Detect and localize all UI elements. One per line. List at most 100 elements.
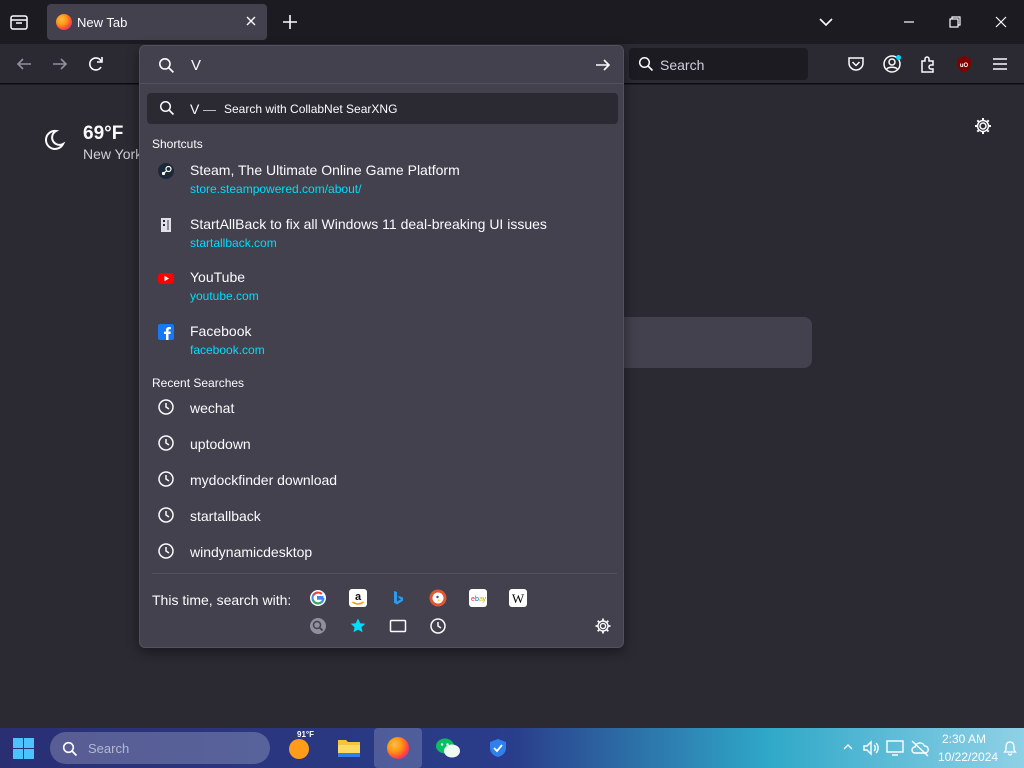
minimize-icon bbox=[904, 21, 914, 23]
clock-date[interactable]: 10/22/2024 bbox=[938, 750, 998, 764]
bookmarks-star-icon[interactable] bbox=[349, 617, 367, 635]
pocket-button[interactable] bbox=[846, 54, 866, 74]
reload-icon bbox=[89, 57, 103, 71]
weather-temperature[interactable]: 69°F bbox=[83, 123, 123, 145]
wikipedia-icon[interactable]: W bbox=[509, 589, 527, 607]
shortcut-startallback[interactable]: StartAllBack to fix all Windows 11 deal-… bbox=[140, 211, 623, 261]
ebay-icon[interactable]: e b a y bbox=[469, 589, 487, 607]
shield-icon bbox=[490, 739, 506, 757]
suggestion-term: V bbox=[190, 101, 200, 117]
recent-search-item[interactable]: wechat bbox=[140, 392, 623, 424]
speaker-icon[interactable] bbox=[862, 739, 880, 757]
recent-search-item[interactable]: windynamicdesktop bbox=[140, 536, 623, 568]
taskbar-firefox[interactable] bbox=[374, 728, 422, 768]
shortcut-title: StartAllBack to fix all Windows 11 deal-… bbox=[190, 216, 547, 232]
weather-location[interactable]: New York bbox=[83, 146, 142, 162]
new-tab-button[interactable] bbox=[280, 12, 300, 32]
close-icon bbox=[246, 16, 256, 26]
folder-icon bbox=[338, 740, 360, 757]
extensions-button[interactable] bbox=[918, 54, 938, 74]
shortcut-url: youtube.com bbox=[190, 289, 259, 303]
close-icon bbox=[995, 16, 1007, 28]
duckduckgo-icon[interactable] bbox=[429, 589, 447, 607]
clock-icon bbox=[158, 507, 174, 523]
cloud-offline-icon[interactable] bbox=[910, 739, 930, 757]
google-icon[interactable] bbox=[309, 589, 327, 607]
restore-icon bbox=[949, 16, 961, 28]
recent-search-text: uptodown bbox=[190, 436, 251, 452]
clock-time[interactable]: 2:30 AM bbox=[942, 732, 986, 746]
taskbar-wechat[interactable] bbox=[424, 728, 472, 768]
close-window-button[interactable] bbox=[991, 12, 1011, 32]
firefox-icon bbox=[56, 14, 72, 30]
windows-start-icon[interactable] bbox=[13, 738, 34, 759]
shortcut-url: startallback.com bbox=[190, 236, 277, 250]
windows-taskbar: Search 91°F 2:30 AM 10/22/2024 bbox=[0, 728, 1024, 768]
taskbar-search-placeholder: Search bbox=[88, 741, 130, 756]
recent-search-item[interactable]: uptodown bbox=[140, 428, 623, 460]
searxng-icon[interactable] bbox=[309, 617, 327, 635]
recent-search-item[interactable]: mydockfinder download bbox=[140, 464, 623, 496]
restore-button[interactable] bbox=[945, 12, 965, 32]
list-all-tabs-button[interactable] bbox=[816, 12, 836, 32]
taskbar-search[interactable]: Search bbox=[50, 732, 270, 764]
svg-text:uO: uO bbox=[960, 63, 969, 69]
tab-title: New Tab bbox=[77, 15, 128, 30]
recent-search-text: mydockfinder download bbox=[190, 472, 338, 488]
recent-search-item[interactable]: startallback bbox=[140, 500, 623, 532]
tab-close-button[interactable] bbox=[243, 13, 259, 29]
account-button[interactable] bbox=[882, 54, 902, 74]
chevron-down-icon bbox=[819, 18, 833, 27]
shortcut-youtube[interactable]: YouTube youtube.com bbox=[140, 264, 623, 314]
go-arrow-icon[interactable] bbox=[594, 56, 612, 74]
forward-button[interactable] bbox=[50, 54, 70, 74]
shortcut-steam[interactable]: Steam, The Ultimate Online Game Platform… bbox=[140, 157, 623, 207]
search-settings-gear-icon[interactable] bbox=[594, 617, 612, 635]
taskbar-defender[interactable] bbox=[474, 728, 522, 768]
svg-text:a: a bbox=[355, 591, 362, 603]
hamburger-menu-icon bbox=[993, 58, 1007, 70]
suggestion-action: Search with CollabNet SearXNG bbox=[224, 102, 398, 116]
divider bbox=[152, 573, 617, 574]
ublock-origin-icon: uO bbox=[957, 56, 971, 72]
recent-search-text: wechat bbox=[190, 400, 235, 416]
urlbar-typed-text: V bbox=[191, 57, 202, 74]
shortcut-title: YouTube bbox=[190, 269, 246, 285]
search-suggestion-row[interactable]: V — Search with CollabNet SearXNG bbox=[147, 93, 618, 124]
page-search-bar[interactable] bbox=[600, 317, 812, 368]
notification-bell-icon[interactable] bbox=[1002, 740, 1018, 756]
wechat-icon bbox=[436, 738, 460, 758]
shortcuts-heading: Shortcuts bbox=[152, 137, 203, 151]
taskbar-file-explorer[interactable] bbox=[325, 728, 373, 768]
back-button[interactable] bbox=[14, 54, 34, 74]
urlbar-popup: V V — Search with CollabNet SearXNG Shor… bbox=[139, 45, 624, 648]
toolbar-search-box[interactable]: Search bbox=[629, 48, 808, 80]
personalize-button[interactable] bbox=[973, 116, 993, 136]
tab-list-button[interactable] bbox=[9, 12, 29, 32]
one-off-search-label: This time, search with: bbox=[152, 592, 292, 608]
display-icon[interactable] bbox=[886, 739, 904, 757]
clock-icon bbox=[158, 399, 174, 415]
arrow-right-icon bbox=[53, 58, 68, 70]
ublock-origin-button[interactable]: uO bbox=[954, 54, 974, 74]
tab-new-tab[interactable]: New Tab bbox=[47, 4, 267, 40]
clock-icon bbox=[158, 471, 174, 487]
search-icon bbox=[159, 100, 175, 116]
reload-button[interactable] bbox=[86, 54, 106, 74]
chevron-up-icon[interactable] bbox=[842, 741, 854, 753]
bing-icon[interactable] bbox=[389, 589, 407, 607]
weather-badge: 91°F bbox=[297, 730, 314, 739]
gear-icon bbox=[975, 118, 991, 134]
amazon-icon[interactable]: a bbox=[349, 589, 367, 607]
shortcut-title: Steam, The Ultimate Online Game Platform bbox=[190, 162, 460, 178]
history-clock-icon[interactable] bbox=[429, 617, 447, 635]
shortcut-facebook[interactable]: Facebook facebook.com bbox=[140, 318, 623, 368]
clock-icon bbox=[158, 543, 174, 559]
minimize-button[interactable] bbox=[899, 12, 919, 32]
app-menu-button[interactable] bbox=[990, 54, 1010, 74]
shortcut-url: store.steampowered.com/about/ bbox=[190, 182, 362, 196]
shortcut-url: facebook.com bbox=[190, 343, 265, 357]
urlbar-input[interactable]: V bbox=[140, 46, 623, 84]
shortcut-title: Facebook bbox=[190, 323, 252, 339]
tabs-icon[interactable] bbox=[389, 617, 407, 635]
